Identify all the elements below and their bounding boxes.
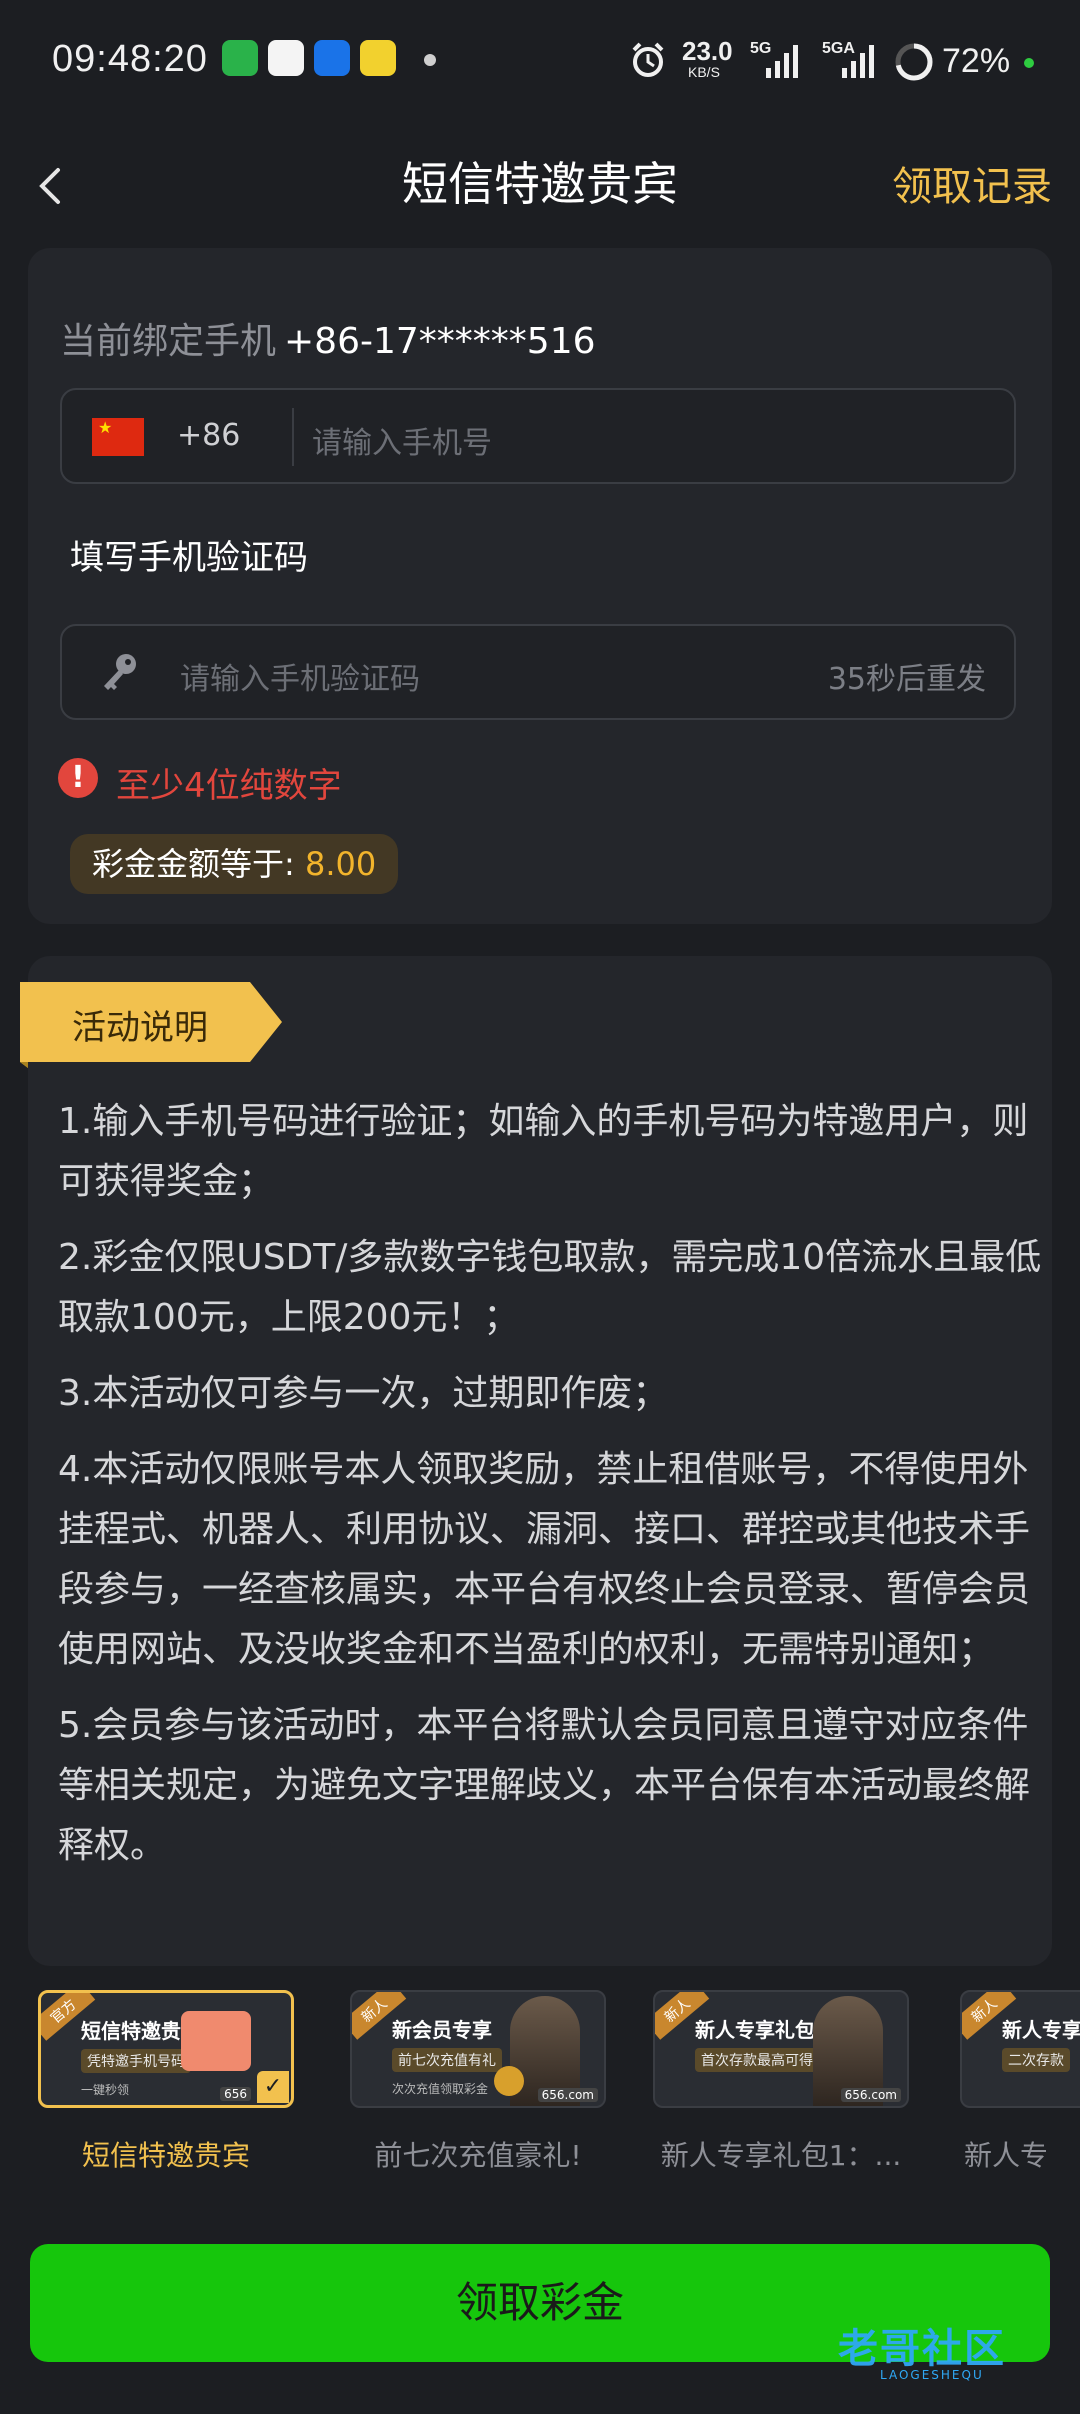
code-field[interactable]: 请输入手机验证码 35秒后重发	[60, 624, 1016, 720]
watermark-sub: LAOGESHEQU	[880, 2368, 984, 2382]
rules-list: 1.输入手机号码进行验证；如输入的手机号码为特邀用户，则可获得奖金； 2.彩金仅…	[58, 1092, 1048, 1892]
thumb-small: 次次充值领取彩金	[392, 2082, 489, 2096]
thumb-title: 新人专享礼包❶	[695, 2018, 832, 2042]
error-icon: !	[58, 758, 98, 798]
signal-icon-2	[842, 45, 874, 78]
wechat-icon	[222, 40, 258, 76]
thumb-title: 新会员专享	[392, 2018, 492, 2042]
rule-item: 2.彩金仅限USDT/多款数字钱包取款，需完成10倍流水且最低取款100元，上限…	[58, 1237, 1042, 1338]
key-icon	[104, 654, 136, 690]
thumb-sub: 前七次充值有礼	[392, 2048, 502, 2072]
envelope-icon	[181, 2011, 251, 2071]
country-code[interactable]: +86	[177, 418, 240, 453]
bonus-label: 彩金金额等于:	[92, 845, 295, 883]
promo-thumbnail[interactable]: 新人 新人专享礼包❶ 首次存款最高可得2656元 656.com	[653, 1990, 909, 2108]
thumb-small: 一键秒领	[81, 2083, 130, 2097]
rule-item: 5.会员参与该活动时，本平台将默认会员同意且遵守对应条件等相关规定，为避免文字理…	[58, 1705, 1031, 1866]
notification-dot-icon	[424, 54, 436, 66]
activity-card: 活动说明 1.输入手机号码进行验证；如输入的手机号码为特邀用户，则可获得奖金； …	[20, 956, 1052, 1966]
claim-records-link[interactable]: 领取记录	[892, 154, 1052, 212]
thumb-brand: 656	[220, 2087, 251, 2101]
activity-title: 活动说明	[72, 1008, 208, 1048]
bianbian-icon	[360, 40, 396, 76]
promo-tab-label[interactable]: 新人专	[950, 2134, 1080, 2174]
phone-input[interactable]: 请输入手机号	[312, 418, 492, 462]
thumb-brand: 656.com	[840, 2088, 901, 2102]
net-speed: 23.0	[682, 36, 733, 66]
net-speed-unit: KB/S	[688, 64, 720, 80]
resend-button[interactable]: 35秒后重发	[828, 654, 986, 698]
promo-thumbnail[interactable]: 官方 短信特邀贵宾 凭特邀手机号码 一键秒领 656 ✓	[38, 1990, 294, 2108]
rule-item: 3.本活动仅可参与一次，过期即作废；	[58, 1373, 669, 1414]
promo-thumbnail[interactable]: 新人 新人专享 二次存款	[960, 1990, 1080, 2108]
alarm-icon	[632, 42, 664, 77]
check-icon: ✓	[257, 2071, 289, 2103]
charging-dot-icon	[1024, 58, 1034, 68]
error-text: 至少4位纯数字	[116, 766, 342, 806]
divider	[292, 408, 294, 466]
battery-ring-icon	[895, 43, 933, 81]
code-label: 填写手机验证码	[70, 538, 308, 578]
phone-field[interactable]: ★ +86 请输入手机号	[60, 388, 1016, 484]
coin-icon	[494, 2066, 524, 2096]
promo-tab-label[interactable]: 短信特邀贵宾	[28, 2134, 304, 2174]
qq-icon	[268, 40, 304, 76]
promo-tab-label[interactable]: 新人专享礼包1：...	[643, 2134, 919, 2174]
promo-thumbnail[interactable]: 新人 新会员专享 前七次充值有礼 次次充值领取彩金 656.com	[350, 1990, 606, 2108]
bound-phone-number: +86-17******516	[284, 321, 596, 362]
thumb-brand: 656.com	[537, 2088, 598, 2102]
watermark: 老哥社区	[838, 2326, 1006, 2372]
status-time: 09:48:20	[52, 38, 208, 80]
thumb-sub: 二次存款	[1002, 2048, 1070, 2072]
thumb-sub: 凭特邀手机号码	[81, 2049, 191, 2073]
verification-card: 当前绑定手机 +86-17******516 ★ +86 请输入手机号 填写手机验…	[28, 248, 1052, 924]
status-bar: 09:48:20 23.0 KB/S 5G 5GA 72%	[0, 0, 1080, 126]
china-flag-icon[interactable]: ★	[92, 418, 144, 456]
code-input[interactable]: 请输入手机验证码	[180, 654, 420, 698]
rule-item: 1.输入手机号码进行验证；如输入的手机号码为特邀用户，则可获得奖金；	[58, 1101, 1029, 1202]
signal-icon	[766, 45, 798, 78]
bound-phone-label: 当前绑定手机	[60, 321, 277, 362]
bound-phone: 当前绑定手机 +86-17******516	[60, 312, 596, 364]
promo-tabs: 官方 短信特邀贵宾 凭特邀手机号码 一键秒领 656 ✓ 短信特邀贵宾 新人 新…	[0, 1980, 1080, 2180]
bonus-badge: 彩金金额等于: 8.00	[70, 834, 399, 894]
battery-percent: 72%	[942, 42, 1011, 80]
bonus-value: 8.00	[304, 845, 377, 883]
promo-tab-label[interactable]: 前七次充值豪礼!	[340, 2134, 616, 2174]
nav-bar: 短信特邀贵宾 领取记录	[0, 126, 1080, 240]
rule-item: 4.本活动仅限账号本人领取奖励，禁止租借账号，不得使用外挂程式、机器人、利用协议…	[58, 1449, 1031, 1670]
thumb-title: 新人专享	[1002, 2018, 1080, 2042]
alipay-icon	[314, 40, 350, 76]
